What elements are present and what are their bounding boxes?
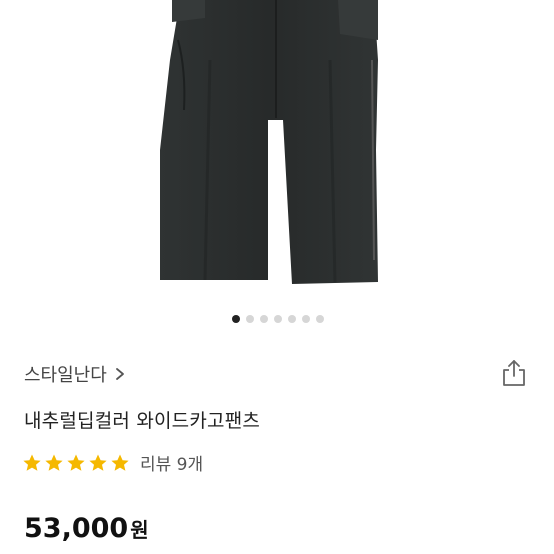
product-image-gallery[interactable] <box>0 0 554 300</box>
star-icon <box>23 454 41 471</box>
carousel-dot[interactable] <box>288 315 296 323</box>
chevron-right-icon <box>115 368 124 380</box>
rating-stars <box>22 453 130 473</box>
carousel-dot[interactable] <box>316 315 324 323</box>
star-icon <box>67 454 85 471</box>
price-currency: 원 <box>130 518 149 542</box>
carousel-dot[interactable] <box>260 315 268 323</box>
star-icon <box>45 454 63 471</box>
carousel-dot[interactable] <box>274 315 282 323</box>
price-amount: 53,000 <box>24 513 129 544</box>
star-icon <box>111 454 129 471</box>
star-icon <box>89 454 107 471</box>
store-link[interactable]: 스타일난다 <box>24 360 127 388</box>
product-photo-pants <box>160 0 378 284</box>
product-title: 내추럴딥컬러 와이드카고팬츠 <box>24 410 261 432</box>
carousel-dot[interactable] <box>246 315 254 323</box>
carousel-dot[interactable] <box>232 315 240 323</box>
carousel-dot[interactable] <box>302 315 310 323</box>
carousel-indicator <box>0 314 554 324</box>
product-price: 53,000 원 <box>24 513 149 544</box>
share-icon[interactable] <box>500 358 528 388</box>
rating-row[interactable]: 리뷰 9개 <box>22 450 203 475</box>
review-count-link[interactable]: 리뷰 9개 <box>140 450 203 475</box>
store-name: 스타일난다 <box>24 365 107 386</box>
